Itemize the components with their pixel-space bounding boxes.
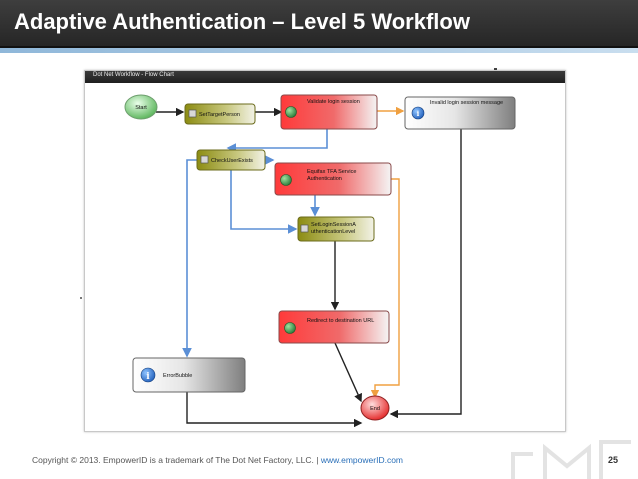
globe-icon xyxy=(280,174,292,186)
connector-validate-to-checkuser xyxy=(226,129,328,153)
workflow-icon xyxy=(188,109,197,118)
stray-mark-left xyxy=(80,297,82,299)
node-error-bubble: i ErrorBubble xyxy=(132,357,246,393)
node-end-label: End xyxy=(370,406,380,412)
node-start: Start xyxy=(124,94,158,120)
svg-text:i: i xyxy=(146,372,150,382)
node-end: End xyxy=(360,395,390,421)
globe-icon xyxy=(284,322,296,334)
node-validate-login-session-label: Validate login session xyxy=(307,99,360,105)
connector-checkuser-to-errorbubble xyxy=(182,159,197,358)
node-error-bubble-label: ErrorBubble xyxy=(163,373,192,379)
flowchart-window: Dot Net Workflow - Flow Chart Start SetT… xyxy=(84,70,566,432)
node-equifax-tfa-label-line1: Equifax TFA Service xyxy=(307,169,356,175)
node-redirect-destination-label: Redirect to destination URL xyxy=(307,318,374,324)
slide-title: Adaptive Authentication – Level 5 Workfl… xyxy=(14,9,470,34)
workflow-icon xyxy=(200,155,209,164)
node-validate-login-session: Validate login session xyxy=(280,94,378,130)
footer-copyright: Copyright © 2013. EmpowerID is a tradema… xyxy=(32,455,314,465)
node-set-target-person-label: SetTargetPerson xyxy=(199,112,240,118)
svg-text:i: i xyxy=(417,109,420,118)
title-accent-line xyxy=(0,48,638,53)
connector-redirect-to-end xyxy=(334,342,362,403)
title-bar: Adaptive Authentication – Level 5 Workfl… xyxy=(0,0,638,48)
globe-icon xyxy=(285,106,297,118)
node-set-login-label-line1: SetLoginSessionA xyxy=(311,222,356,228)
node-invalid-login-session-message: i Invalid login session message xyxy=(404,96,516,130)
node-check-user-exists-label: CheckUserExists xyxy=(211,158,253,164)
node-start-label: Start xyxy=(135,105,147,111)
node-redirect-destination: Redirect to destination URL xyxy=(278,310,390,344)
page-number: 25 xyxy=(608,455,619,465)
node-check-user-exists: CheckUserExists xyxy=(196,149,266,171)
node-set-login-session-auth-level: SetLoginSessionA uthenticationLevel xyxy=(297,216,375,242)
node-set-login-label-line2: uthenticationLevel xyxy=(311,229,355,235)
workflow-icon xyxy=(300,224,309,233)
node-invalid-login-session-message-label: Invalid login session message xyxy=(430,100,503,106)
footer-separator: | xyxy=(316,455,319,465)
connector-errorbubble-to-end xyxy=(186,389,363,428)
footer-link[interactable]: www.empowerID.com xyxy=(321,455,403,465)
node-equifax-tfa-label-line2: Authentication xyxy=(307,176,342,182)
footer: Copyright © 2013. EmpowerID is a tradema… xyxy=(32,455,403,465)
node-equifax-tfa: Equifax TFA Service Authentication xyxy=(274,162,392,196)
connector-equifax-to-end xyxy=(370,178,400,399)
node-set-target-person: SetTargetPerson xyxy=(184,103,256,125)
workflow-diagram: Start SetTargetPerson Validate login ses… xyxy=(124,94,516,428)
connector-invalid-to-end xyxy=(389,129,462,419)
